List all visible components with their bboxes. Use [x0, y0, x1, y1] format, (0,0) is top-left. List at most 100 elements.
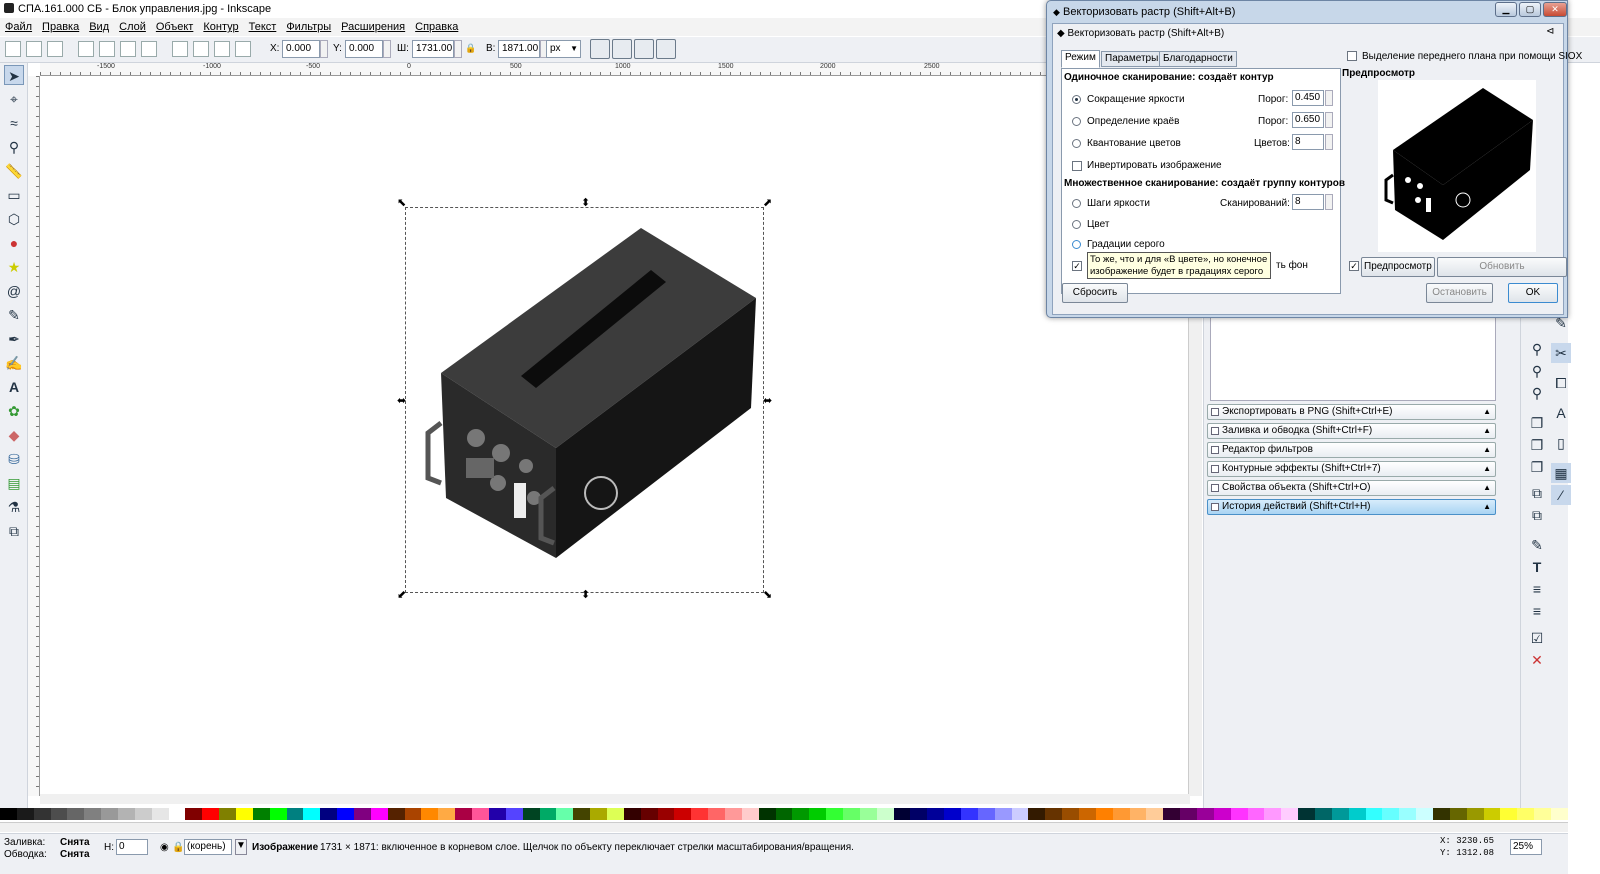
ellipse-tool-icon[interactable]: ● [4, 233, 24, 253]
palette-swatch[interactable] [118, 808, 135, 820]
palette-swatch[interactable] [1348, 808, 1366, 820]
menu-object[interactable]: Объект [156, 21, 193, 33]
select-all-icon[interactable] [5, 41, 21, 57]
palette-swatch[interactable] [151, 808, 169, 820]
palette-swatch[interactable] [1146, 808, 1164, 820]
palette-swatch[interactable] [691, 808, 709, 820]
palette-swatch[interactable] [522, 808, 540, 820]
edge-threshold-spinner[interactable] [1325, 112, 1333, 128]
tweak-tool-icon[interactable]: ≈ [4, 113, 24, 133]
scale-handle-sw[interactable]: ⬋ [397, 588, 406, 601]
palette-swatch[interactable] [0, 808, 17, 820]
zoom-drawing-icon[interactable]: ⚲ [1527, 361, 1547, 381]
flip-horizontal-icon[interactable] [120, 41, 136, 57]
preview-checkbox[interactable]: ✓ [1349, 261, 1359, 271]
rotate-ccw-icon[interactable] [78, 41, 94, 57]
unit-select[interactable]: px ▼ [546, 40, 581, 58]
unlink-clone-icon[interactable]: ❐ [1527, 457, 1547, 477]
scans-spinner[interactable] [1325, 194, 1333, 210]
palette-swatch[interactable] [977, 808, 995, 820]
palette-swatch[interactable] [50, 808, 68, 820]
palette-swatch[interactable] [623, 808, 641, 820]
menu-path[interactable]: Контур [203, 21, 238, 33]
xml-editor-icon[interactable]: ≡ [1527, 579, 1547, 599]
menu-edit[interactable]: Правка [42, 21, 79, 33]
brightness-cutoff-radio[interactable] [1072, 95, 1081, 104]
dock-export-png[interactable]: Экспортировать в PNG (Shift+Ctrl+E) ▲ [1207, 404, 1496, 420]
x-spinner[interactable] [320, 40, 328, 58]
palette-swatch[interactable] [1180, 808, 1198, 820]
palette-swatch[interactable] [1315, 808, 1332, 820]
palette-swatch[interactable] [1416, 808, 1434, 820]
zoom-selection-icon[interactable]: ⚲ [1527, 339, 1547, 359]
palette-swatch[interactable] [1281, 808, 1299, 820]
select-all-layers-icon[interactable] [26, 41, 42, 57]
collapse-icon[interactable]: ▲ [1483, 462, 1491, 476]
node-tool-icon[interactable]: ⌖ [4, 89, 24, 109]
calligraphy-tool-icon[interactable]: ✍ [4, 353, 24, 373]
invert-checkbox[interactable] [1072, 161, 1082, 171]
palette-swatch[interactable] [927, 808, 945, 820]
grays-radio[interactable] [1072, 240, 1081, 249]
x-input[interactable]: 0.000 [282, 40, 320, 58]
spray-tool-icon[interactable]: ✿ [4, 401, 24, 421]
close-button[interactable]: ✕ [1543, 2, 1567, 17]
palette-swatch[interactable] [809, 808, 827, 820]
text-font-icon[interactable]: T [1527, 557, 1547, 577]
chevron-down-icon[interactable]: ▼ [235, 839, 247, 855]
3d-box-tool-icon[interactable]: ⬡ [4, 209, 24, 229]
menu-extensions[interactable]: Расширения [341, 21, 405, 33]
palette-swatch[interactable] [1062, 808, 1079, 820]
ungroup-icon[interactable]: ⧉ [1527, 505, 1547, 525]
scale-handle-ne[interactable]: ⬈ [763, 196, 772, 209]
palette-swatch[interactable] [370, 808, 388, 820]
palette-swatch[interactable] [438, 808, 456, 820]
palette-swatch[interactable] [741, 808, 759, 820]
palette-swatch[interactable] [472, 808, 489, 820]
colors-spinner[interactable] [1325, 134, 1333, 150]
palette-swatch[interactable] [168, 808, 186, 820]
scale-handle-e[interactable]: ⬌ [763, 394, 772, 407]
scans-input[interactable]: 8 [1292, 194, 1324, 210]
palette-swatch[interactable] [1298, 808, 1316, 820]
zoom-tool-icon[interactable]: ⚲ [4, 137, 24, 157]
palette-swatch[interactable] [320, 808, 338, 820]
palette-swatch[interactable] [185, 808, 203, 820]
palette-swatch[interactable] [252, 808, 270, 820]
palette-swatch[interactable] [84, 808, 102, 820]
palette-swatch[interactable] [876, 808, 894, 820]
remove-background-checkbox[interactable]: ✓ [1072, 261, 1082, 271]
width-spinner[interactable] [454, 40, 462, 58]
palette-swatch[interactable] [1534, 808, 1552, 820]
palette-swatch[interactable] [556, 808, 574, 820]
palette-swatch[interactable] [1213, 808, 1231, 820]
fill-value[interactable]: Снята [60, 837, 90, 848]
horizontal-scrollbar[interactable] [40, 794, 1190, 804]
y-input[interactable]: 0.000 [345, 40, 383, 58]
palette-swatch[interactable] [994, 808, 1012, 820]
palette-swatch[interactable] [1365, 808, 1383, 820]
dock-path-effects[interactable]: Контурные эффекты (Shift+Ctrl+7) ▲ [1207, 461, 1496, 477]
tab-options[interactable]: Параметры [1101, 51, 1163, 67]
rotate-cw-icon[interactable] [99, 41, 115, 57]
palette-swatch[interactable] [219, 808, 237, 820]
update-button[interactable]: Обновить [1437, 257, 1567, 277]
palette-scrollbar[interactable] [0, 822, 1568, 832]
layer-select[interactable]: (корень) [184, 839, 232, 855]
color-quantization-radio[interactable] [1072, 139, 1081, 148]
snap-page-icon[interactable]: ▯ [1551, 433, 1571, 453]
scale-stroke-toggle[interactable] [590, 39, 610, 59]
palette-swatch[interactable] [1095, 808, 1113, 820]
palette-swatch[interactable] [404, 808, 422, 820]
rectangle-tool-icon[interactable]: ▭ [4, 185, 24, 205]
palette-swatch[interactable] [1449, 808, 1467, 820]
text-tool-icon[interactable]: A [4, 377, 24, 397]
palette-swatch[interactable] [455, 808, 473, 820]
palette-swatch[interactable] [1112, 808, 1130, 820]
lock-layer-icon[interactable]: 🔒 [172, 842, 184, 853]
palette-swatch[interactable] [101, 808, 119, 820]
palette-swatch[interactable] [1551, 808, 1568, 820]
snap-nodes-icon[interactable]: ✂ [1551, 343, 1571, 363]
palette-swatch[interactable] [1433, 808, 1450, 820]
selector-tool-icon[interactable]: ➤ [4, 65, 24, 85]
